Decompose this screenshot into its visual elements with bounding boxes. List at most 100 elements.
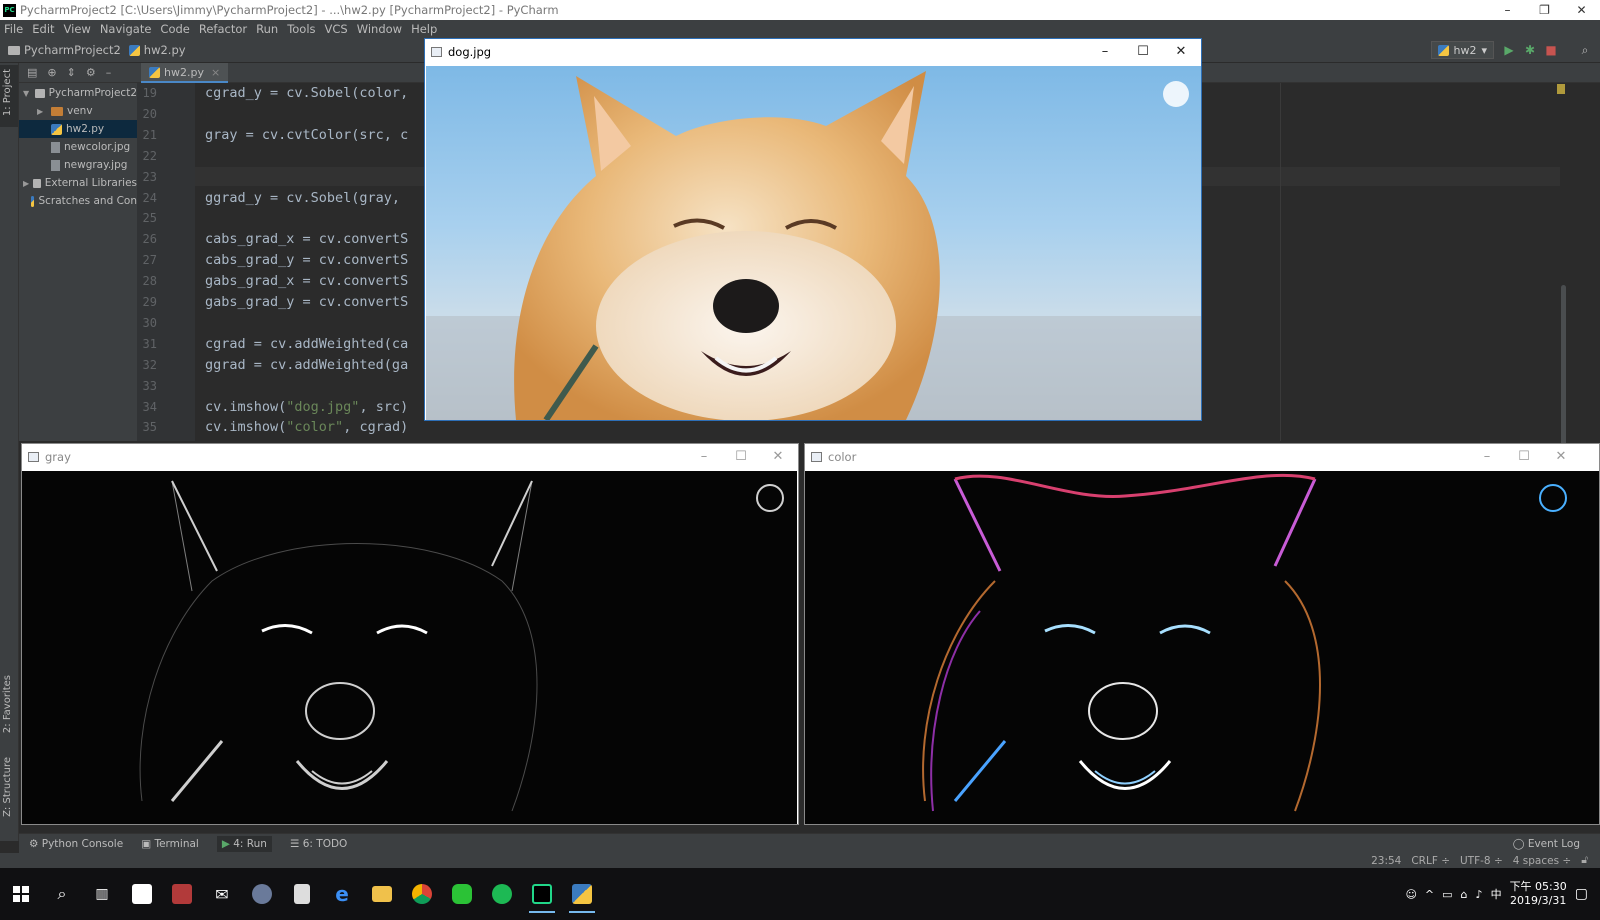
editor-scrollbar[interactable] — [1561, 285, 1566, 455]
close-button[interactable]: ✕ — [1563, 0, 1600, 20]
layout-icon[interactable]: ▤ — [27, 66, 37, 79]
menu-refactor[interactable]: Refactor — [199, 22, 247, 36]
tab-project[interactable]: 1: Project — [2, 69, 13, 116]
tree-item[interactable]: ▶ External Libraries — [19, 174, 137, 192]
search-icon[interactable]: ⌕ — [1578, 43, 1592, 57]
color-minimize-button[interactable]: – — [1469, 444, 1505, 470]
run-config-dropdown[interactable]: hw2 ▾ — [1430, 41, 1494, 59]
tab-todo[interactable]: ☰ 6: TODO — [290, 838, 347, 850]
caret-position[interactable]: 23:54 — [1371, 855, 1401, 867]
menu-help[interactable]: Help — [411, 22, 437, 36]
run-icon[interactable]: ▶ — [1502, 43, 1516, 57]
gear-icon[interactable]: ⚙ — [86, 66, 96, 79]
tree-item[interactable]: ▶ venv — [19, 102, 137, 120]
pycharm-taskbar-icon[interactable] — [522, 874, 562, 914]
tab-structure[interactable]: Z: Structure — [2, 757, 13, 817]
menu-navigate[interactable]: Navigate — [100, 22, 152, 36]
status-bar: 23:54 CRLF ÷ UTF-8 ÷ 4 spaces ÷ 🔓︎ — [0, 853, 1600, 868]
search-icon[interactable]: ⌕ — [42, 874, 82, 914]
breadcrumb-project[interactable]: PycharmProject2 — [8, 43, 121, 57]
line-icon[interactable] — [442, 874, 482, 914]
tree-item[interactable]: newcolor.jpg — [19, 138, 137, 156]
gray-maximize-button[interactable]: ☐ — [723, 444, 759, 470]
calculator-icon[interactable] — [282, 874, 322, 914]
tree-item[interactable]: Scratches and Con — [19, 192, 137, 210]
clock[interactable]: 下午 05:30 2019/3/31 — [1510, 880, 1567, 908]
menu-run[interactable]: Run — [256, 22, 278, 36]
tab-terminal[interactable]: ▣ Terminal — [141, 838, 199, 850]
tab-run[interactable]: ▶ 4: Run — [216, 835, 272, 852]
volume-icon[interactable]: ♪ — [1476, 888, 1483, 901]
line-number: 34 — [142, 399, 157, 414]
input-language[interactable]: 中 — [1491, 886, 1502, 902]
people-icon[interactable]: ☺ — [1405, 888, 1416, 901]
game-icon[interactable] — [242, 874, 282, 914]
color-maximize-button[interactable]: ☐ — [1506, 444, 1542, 470]
task-view-icon[interactable]: ▥ — [82, 874, 122, 914]
chevron-right-icon[interactable]: ▶ — [37, 107, 47, 116]
color-close-button[interactable]: ✕ — [1543, 444, 1579, 470]
gray-close-button[interactable]: ✕ — [760, 444, 796, 470]
maximize-button[interactable]: ❐ — [1526, 0, 1563, 20]
edge-icon[interactable]: e — [322, 874, 362, 914]
tab-hw2-py[interactable]: hw2.py × — [141, 63, 229, 83]
close-tab-icon[interactable]: × — [211, 66, 220, 79]
gray-window-titlebar: gray – ☐ ✕ — [22, 444, 798, 470]
menu-edit[interactable]: Edit — [32, 22, 54, 36]
dog-image-window[interactable]: dog.jpg – ☐ ✕ — [424, 38, 1202, 421]
menu-vcs[interactable]: VCS — [325, 22, 348, 36]
code-line: cgrad = cv.addWeighted(ca — [205, 335, 409, 352]
minimize-button[interactable]: – — [1489, 0, 1526, 20]
menu-file[interactable]: File — [4, 22, 23, 36]
menu-code[interactable]: Code — [160, 22, 189, 36]
tree-item[interactable]: ▼ PycharmProject2 — [19, 84, 137, 102]
gray-minimize-button[interactable]: – — [686, 444, 722, 470]
tab-favorites[interactable]: 2: Favorites — [2, 675, 13, 733]
line-number: 26 — [142, 232, 157, 247]
show-hidden-icon[interactable]: ^ — [1425, 888, 1434, 901]
globe-icon[interactable]: ⊕ — [47, 66, 56, 79]
line-separator[interactable]: CRLF ÷ — [1411, 855, 1450, 867]
right-margin-guide — [1280, 83, 1281, 441]
chevron-down-icon[interactable]: ▼ — [23, 89, 31, 98]
hide-icon[interactable]: – — [106, 66, 112, 79]
store-icon[interactable] — [122, 874, 162, 914]
chevron-right-icon[interactable]: ▶ — [23, 179, 29, 188]
menu-view[interactable]: View — [64, 22, 91, 36]
file-icon — [30, 195, 35, 207]
tree-item[interactable]: newgray.jpg — [19, 156, 137, 174]
dog-maximize-button[interactable]: ☐ — [1125, 39, 1161, 65]
menu-window[interactable]: Window — [357, 22, 402, 36]
mail-icon[interactable]: ✉ — [202, 874, 242, 914]
spotify-icon[interactable] — [482, 874, 522, 914]
dog-window-titlebar: dog.jpg – ☐ ✕ — [425, 39, 1201, 65]
file-encoding[interactable]: UTF-8 ÷ — [1460, 855, 1503, 867]
lock-icon[interactable]: 🔓︎ — [1581, 854, 1588, 867]
python-icon: ⚙ — [29, 837, 42, 850]
python-file-icon — [128, 44, 140, 56]
battery-icon[interactable]: ▭ — [1442, 888, 1452, 901]
stop-icon[interactable]: ■ — [1544, 43, 1558, 57]
dog-minimize-button[interactable]: – — [1087, 39, 1123, 65]
notification-icon[interactable]: ▢ — [1575, 886, 1588, 902]
python-taskbar-icon[interactable] — [562, 874, 602, 914]
python-file-icon — [1437, 44, 1449, 56]
app-red-icon[interactable] — [162, 874, 202, 914]
chrome-icon[interactable] — [402, 874, 442, 914]
tree-item[interactable]: hw2.py — [19, 120, 137, 138]
tab-python-console[interactable]: ⚙ Python Console — [29, 838, 123, 850]
file-explorer-icon[interactable] — [362, 874, 402, 914]
dog-close-button[interactable]: ✕ — [1163, 39, 1199, 65]
event-log-button[interactable]: ◯ Event Log — [1513, 838, 1580, 850]
network-icon[interactable]: ⌂ — [1461, 888, 1468, 901]
debug-icon[interactable]: ✱ — [1523, 43, 1537, 57]
window-titlebar: PC PycharmProject2 [C:\Users\Jimmy\Pycha… — [0, 0, 1600, 20]
gray-image-window[interactable]: gray – ☐ ✕ — [21, 443, 799, 825]
menu-tools[interactable]: Tools — [287, 22, 315, 36]
breadcrumb-file[interactable]: hw2.py — [128, 43, 186, 57]
color-image-window[interactable]: color – ☐ ✕ — [804, 443, 1600, 825]
indent-setting[interactable]: 4 spaces ÷ — [1513, 855, 1571, 867]
start-button[interactable] — [0, 874, 42, 914]
window-title: PycharmProject2 [C:\Users\Jimmy\PycharmP… — [20, 3, 559, 17]
collapse-icon[interactable]: ⇕ — [67, 66, 76, 79]
